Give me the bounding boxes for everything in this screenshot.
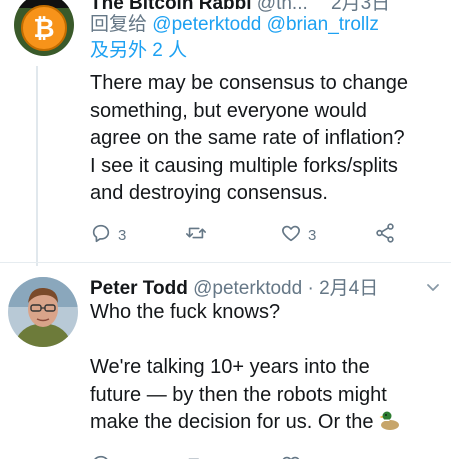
- bitcoin-rabbi-avatar-image: ₿: [14, 0, 74, 56]
- tweet-text-line: make the decision for us. Or the: [90, 411, 374, 433]
- reply-icon: [90, 453, 112, 459]
- heart-icon: [280, 453, 302, 459]
- tweet-text-line: something, but everyone would: [90, 99, 367, 122]
- tweet-text-line-last: make the decision for us. Or the: [90, 409, 443, 440]
- author-handle[interactable]: @peterktodd: [193, 278, 302, 299]
- mention-brian-trollz[interactable]: @brian_trollz: [267, 14, 379, 35]
- peter-todd-avatar[interactable]: [8, 277, 78, 347]
- tweet-bitcoin-rabbi[interactable]: ₿ The Bitcoin Rabbi @th... 2月3日 回复给 @pet…: [0, 0, 451, 266]
- retweet-icon: [185, 453, 207, 459]
- retweet-button[interactable]: [185, 222, 207, 248]
- tweet-text-line: and destroying consensus.: [90, 182, 328, 204]
- tweet-text-line: [90, 327, 443, 355]
- heart-icon: [280, 222, 302, 248]
- reply-prefix: 回复给: [90, 14, 148, 35]
- tweet-text-line: I see it causing multiple forks/splits: [90, 154, 398, 177]
- like-count: 3: [308, 226, 317, 244]
- reply-icon: [90, 222, 112, 248]
- like-button[interactable]: [280, 453, 302, 459]
- share-button[interactable]: [374, 222, 396, 248]
- tweet-text: Who the fuck knows? We're talking 10+ ye…: [90, 299, 443, 440]
- reply-others-link[interactable]: 及另外 2 人: [90, 40, 187, 61]
- tweet-text-line: We're talking 10+ years into the: [90, 356, 370, 378]
- tweet-date[interactable]: 2月4日: [319, 278, 378, 299]
- tweet-menu-button[interactable]: [425, 279, 441, 300]
- thread-connector-line: [36, 66, 38, 266]
- reply-button[interactable]: 3: [90, 222, 126, 248]
- like-button[interactable]: 3: [280, 222, 316, 248]
- svg-text:₿: ₿: [33, 14, 54, 44]
- tweet-actions: 3 3: [90, 222, 421, 248]
- tweet-text-line: agree on the same rate of inflation?: [90, 127, 405, 149]
- bitcoin-rabbi-avatar[interactable]: ₿: [14, 0, 74, 56]
- duck-emoji-icon: [379, 409, 401, 440]
- header-separator: ·: [307, 278, 314, 299]
- tweet-peter-todd[interactable]: Peter Todd @peterktodd · 2月4日 Who the fu…: [0, 263, 451, 459]
- retweet-icon: [185, 222, 207, 248]
- mention-peterktodd[interactable]: @peterktodd: [152, 14, 261, 35]
- tweet-text: There may be consensus to change somethi…: [90, 70, 443, 208]
- reply-button[interactable]: [90, 453, 112, 459]
- chevron-down-icon: [425, 282, 441, 299]
- share-icon: [374, 222, 396, 248]
- tweet-text-line: Who the fuck knows?: [90, 301, 281, 323]
- tweet-actions: [90, 453, 421, 459]
- tweet-text-line: There may be consensus to change: [90, 72, 408, 94]
- retweet-button[interactable]: [185, 453, 207, 459]
- reply-context: 回复给 @peterktodd @brian_trollz 及另外 2 人: [90, 12, 379, 64]
- tweet-header: Peter Todd @peterktodd · 2月4日: [90, 273, 378, 300]
- reply-count: 3: [118, 226, 127, 244]
- tweet-text-line: future — by then the robots might: [90, 383, 387, 406]
- peter-todd-avatar-image: [8, 277, 78, 347]
- author-name[interactable]: Peter Todd: [90, 278, 188, 299]
